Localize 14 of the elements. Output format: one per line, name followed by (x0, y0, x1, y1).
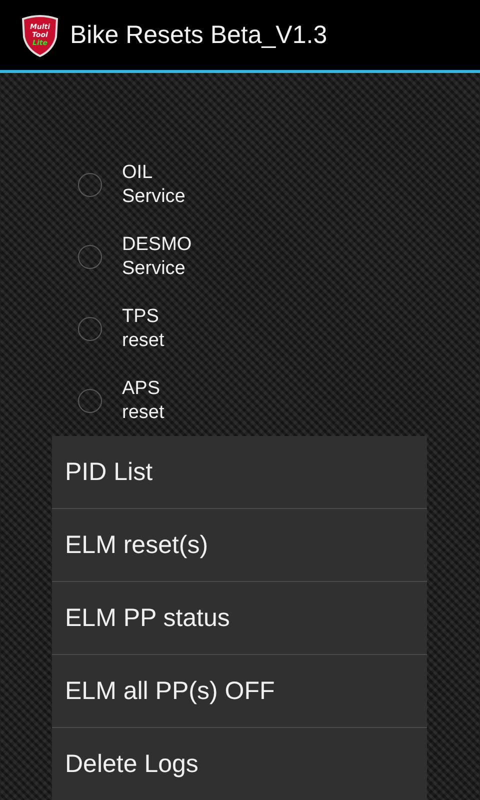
radio-button[interactable] (78, 317, 102, 341)
menu-item[interactable]: ELM all PP(s) OFF (52, 655, 427, 728)
menu-item[interactable]: ELM reset(s) (52, 509, 427, 582)
menu-item[interactable]: Delete Logs (52, 728, 427, 800)
menu-item[interactable]: ELM PP status (52, 582, 427, 655)
option-label: TPS reset (122, 305, 164, 353)
menu-item[interactable]: PID List (52, 436, 427, 509)
option-label: OIL Service (122, 161, 186, 209)
radio-button[interactable] (78, 173, 102, 197)
radio-button[interactable] (78, 245, 102, 269)
option-label: DESMO Service (122, 233, 192, 281)
radio-button[interactable] (78, 389, 102, 413)
app-title: Bike Resets Beta_V1.3 (70, 20, 328, 50)
option-label: APS reset (122, 377, 164, 425)
